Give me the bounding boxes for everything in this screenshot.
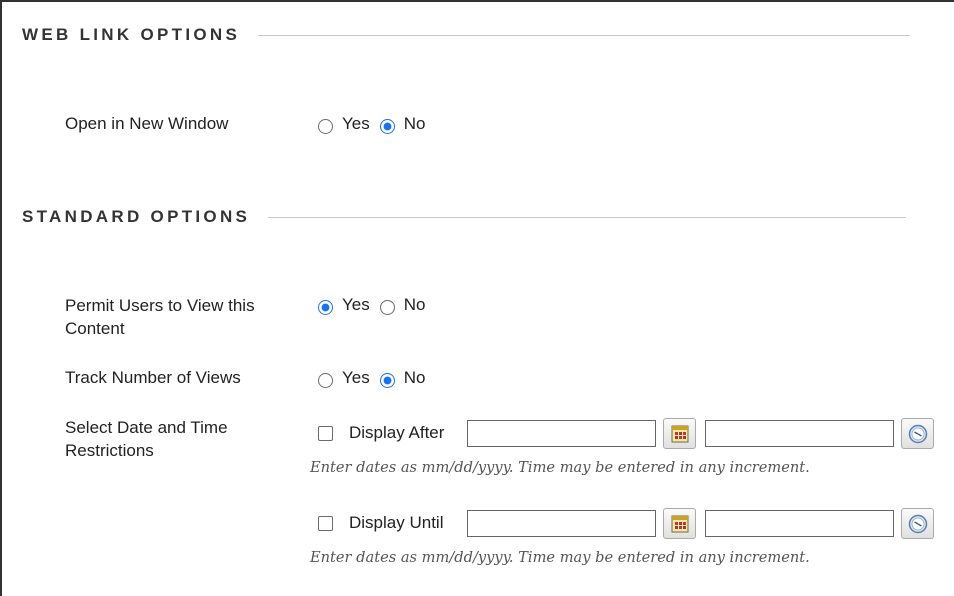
date-restrictions-label-line2: Restrictions <box>65 441 154 460</box>
track-views-no-radio[interactable] <box>379 372 395 388</box>
display-after-clock-button[interactable] <box>901 418 934 449</box>
display-until-label: Display Until <box>349 513 444 532</box>
permit-view-label: Permit Users to View this Content <box>65 294 255 340</box>
open-new-window-label: Open in New Window <box>65 114 229 133</box>
display-after-date-input[interactable] <box>467 420 656 447</box>
section-title: WEB LINK OPTIONS <box>22 25 241 44</box>
display-until-calendar-button[interactable] <box>663 508 696 539</box>
open-new-window-yes-radio[interactable] <box>318 118 333 134</box>
permit-view-radio-group: Yes No <box>318 295 435 315</box>
radio-label-yes: Yes <box>342 368 370 387</box>
permit-view-no-radio[interactable] <box>379 299 395 315</box>
section-divider <box>258 34 911 36</box>
display-until-date-input[interactable] <box>467 510 656 537</box>
date-restrictions-label-line1: Select Date and Time <box>65 418 228 437</box>
display-until-clock-button[interactable] <box>901 508 934 539</box>
radio-label-yes: Yes <box>342 295 370 314</box>
calendar-icon <box>671 515 688 532</box>
display-after-label: Display After <box>349 423 445 442</box>
track-views-radio-group: Yes No <box>318 368 435 388</box>
standard-options-header: STANDARD OPTIONS <box>22 207 954 227</box>
display-after-time-input[interactable] <box>705 420 894 447</box>
content-frame: WEB LINK OPTIONS Open in New Window Yes … <box>0 0 954 596</box>
radio-label-no: No <box>403 114 426 133</box>
web-link-options-header: WEB LINK OPTIONS <box>22 25 954 45</box>
display-after-checkbox[interactable] <box>318 425 333 441</box>
open-new-window-no-radio[interactable] <box>379 118 395 134</box>
permit-view-label-line1: Permit Users to View this <box>65 296 255 315</box>
date-restrictions-label: Select Date and Time Restrictions <box>65 416 228 462</box>
display-after-row: Display After <box>318 423 444 443</box>
display-after-hint: Enter dates as mm/dd/yyyy. Time may be e… <box>310 459 810 476</box>
permit-view-label-line2: Content <box>65 319 125 338</box>
section-title: STANDARD OPTIONS <box>22 207 251 226</box>
track-views-yes-radio[interactable] <box>318 372 333 388</box>
calendar-icon <box>671 425 688 442</box>
open-new-window-radio-group: Yes No <box>318 114 435 134</box>
display-after-calendar-button[interactable] <box>663 418 696 449</box>
clock-icon <box>908 424 927 443</box>
display-until-checkbox[interactable] <box>318 515 333 531</box>
section-divider <box>268 216 907 218</box>
clock-icon <box>908 514 927 533</box>
radio-label-no: No <box>403 368 426 387</box>
permit-view-yes-radio[interactable] <box>318 299 333 315</box>
display-until-row: Display Until <box>318 513 443 533</box>
display-until-hint: Enter dates as mm/dd/yyyy. Time may be e… <box>310 549 810 566</box>
radio-label-no: No <box>403 295 426 314</box>
display-until-time-input[interactable] <box>705 510 894 537</box>
radio-label-yes: Yes <box>342 114 370 133</box>
track-views-label: Track Number of Views <box>65 368 241 387</box>
